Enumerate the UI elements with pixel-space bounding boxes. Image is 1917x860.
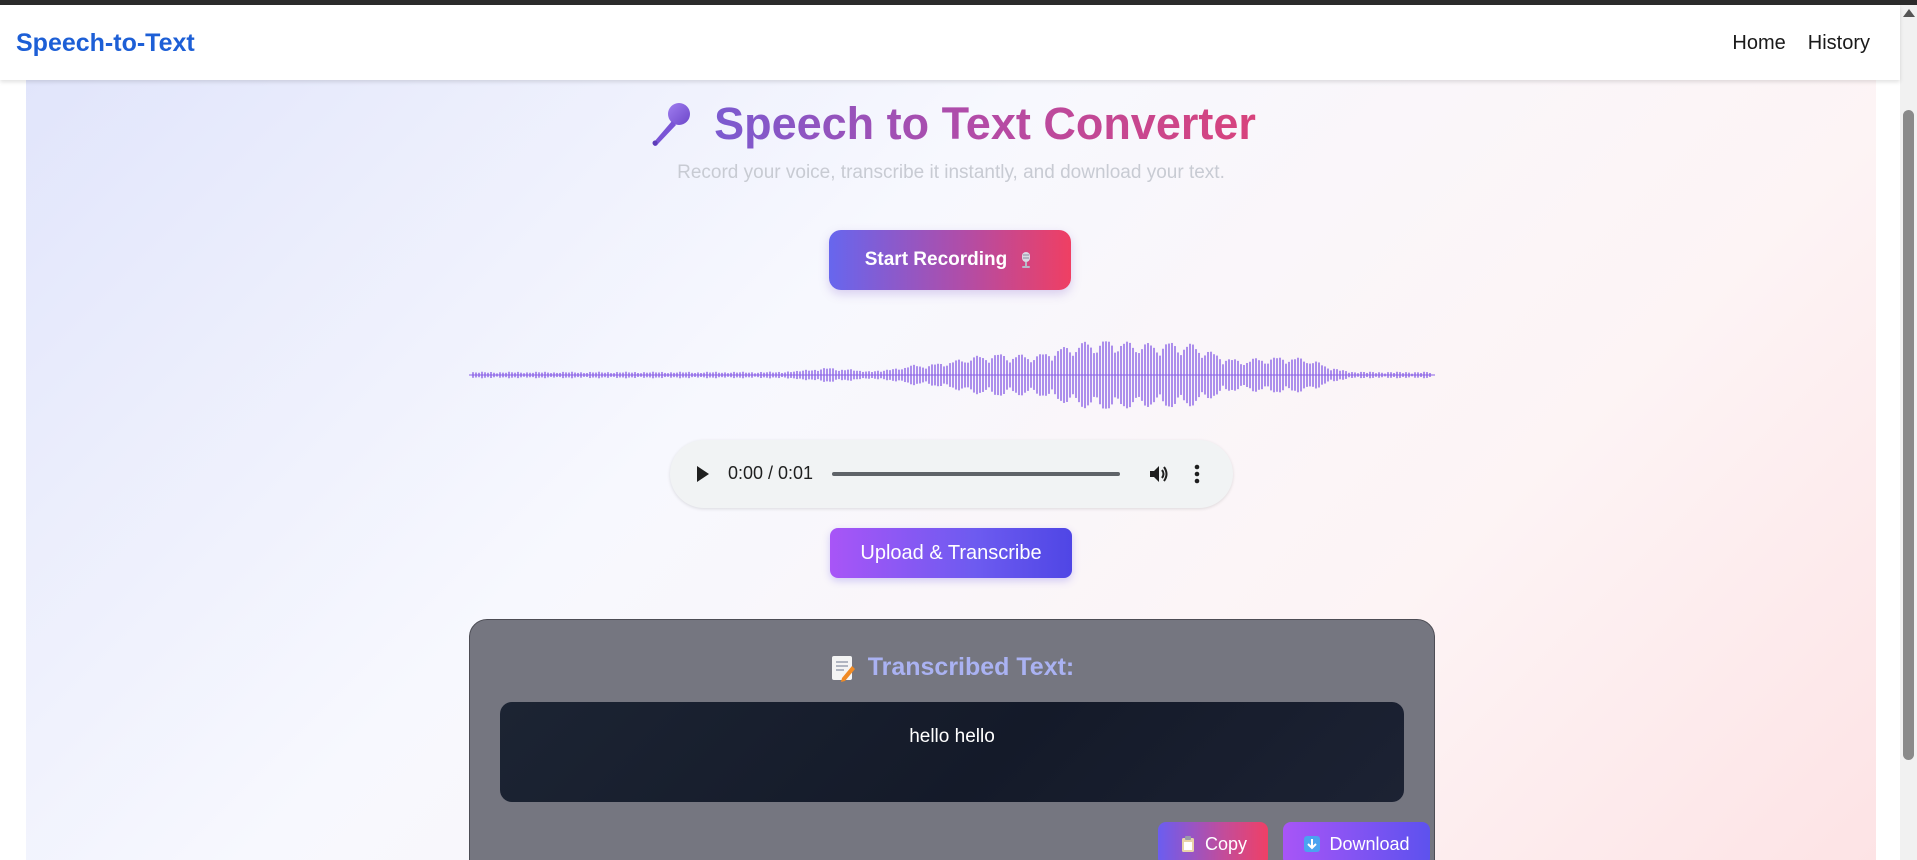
- copy-button[interactable]: Copy: [1158, 822, 1268, 860]
- nav-link-history[interactable]: History: [1808, 32, 1870, 55]
- nav-links: Home History: [1732, 32, 1870, 55]
- page-scrollbar[interactable]: [1900, 5, 1917, 860]
- download-button[interactable]: Download: [1283, 822, 1430, 860]
- microphone-icon: [652, 103, 691, 146]
- transcript-text: hello hello: [909, 726, 995, 747]
- audio-player[interactable]: 0:00 / 0:01: [670, 440, 1233, 508]
- transcript-heading: Transcribed Text:: [867, 653, 1075, 681]
- nav-link-home[interactable]: Home: [1732, 32, 1785, 55]
- start-recording-label: Start Recording: [864, 249, 1008, 270]
- audio-progress-bar[interactable]: [832, 472, 1120, 476]
- page-title: Speech to Text Converter: [26, 98, 1876, 150]
- studio-microphone-icon: [1022, 252, 1031, 268]
- audio-time: 0:00 / 0:01: [728, 463, 814, 483]
- navbar: Speech-to-Text Home History: [0, 5, 1900, 80]
- page-subtitle: Record your voice, transcribe it instant…: [677, 162, 1225, 183]
- page-title-text: Speech to Text Converter: [714, 98, 1256, 149]
- scroll-up-icon[interactable]: [1903, 9, 1915, 17]
- download-label: Download: [1329, 833, 1410, 854]
- start-recording-button[interactable]: Start Recording: [829, 230, 1071, 290]
- volume-icon[interactable]: [1148, 463, 1170, 485]
- transcript-title: Transcribed Text:: [470, 653, 1434, 682]
- clipboard-icon: [1181, 836, 1194, 852]
- audio-waveform: [469, 341, 1435, 409]
- transcript-card: Transcribed Text: hello hello Copy Downl…: [469, 619, 1435, 860]
- main-content: Speech to Text Converter Record your voi…: [26, 80, 1876, 860]
- scroll-thumb[interactable]: [1903, 110, 1914, 760]
- transcript-output[interactable]: hello hello: [500, 702, 1404, 802]
- copy-label: Copy: [1204, 833, 1248, 854]
- down-arrow-icon: [1304, 836, 1321, 852]
- memo-icon: [831, 655, 855, 682]
- upload-transcribe-button[interactable]: Upload & Transcribe: [830, 528, 1072, 578]
- brand-logo[interactable]: Speech-to-Text: [16, 29, 195, 58]
- more-options-icon[interactable]: [1194, 464, 1200, 484]
- play-icon[interactable]: [696, 465, 710, 483]
